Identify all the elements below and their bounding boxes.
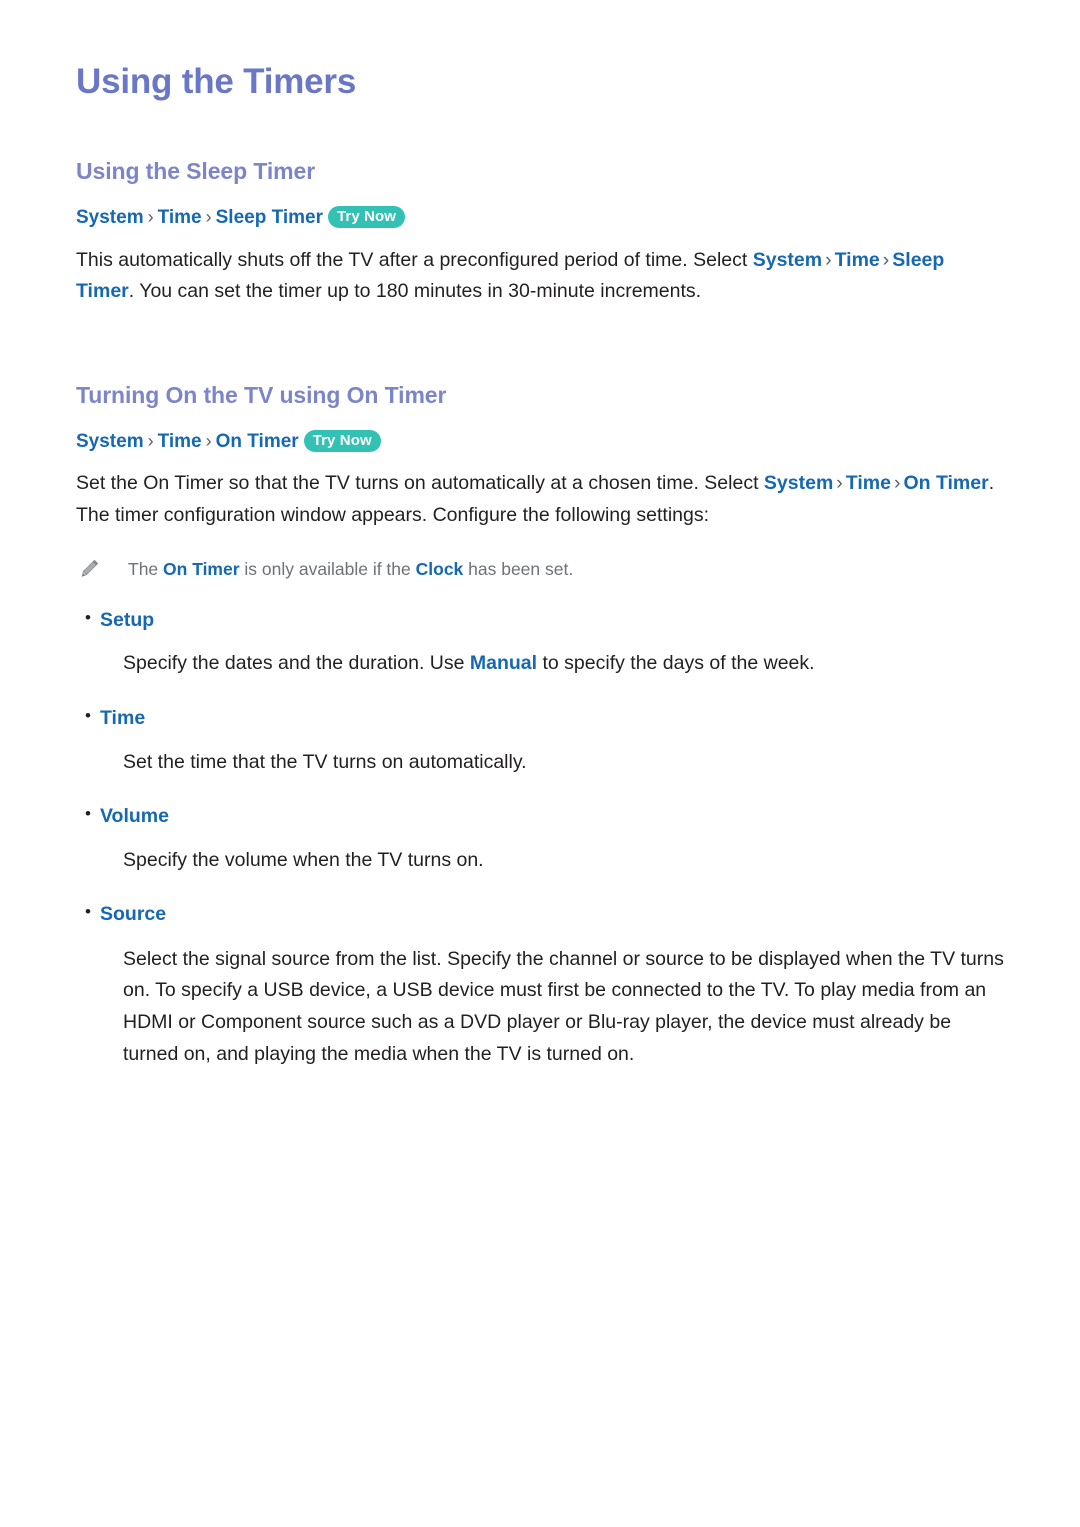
list-item: • Source <box>76 900 1006 928</box>
try-now-badge[interactable]: Try Now <box>328 205 406 229</box>
note-text-part: is only available if the <box>239 558 416 579</box>
paragraph-on-timer: Set the On Timer so that the TV turns on… <box>76 468 1006 532</box>
list-item-description-time: Set the time that the TV turns on automa… <box>123 747 1006 779</box>
chevron-right-icon: › <box>205 430 212 451</box>
chevron-right-icon: › <box>882 248 890 271</box>
document-page: Using the Timers Using the Sleep Timer S… <box>0 0 1080 1527</box>
description-text: to specify the days of the week. <box>537 652 815 675</box>
bullet-icon: • <box>85 902 91 922</box>
settings-list: • Setup Specify the dates and the durati… <box>76 606 1006 1071</box>
bullet-icon: • <box>85 804 91 824</box>
chevron-right-icon: › <box>147 430 154 451</box>
inline-link-manual[interactable]: Manual <box>470 652 537 674</box>
list-item-description-setup: Specify the dates and the duration. Use … <box>123 648 1006 680</box>
note-text: The On Timer is only available if the Cl… <box>128 556 573 582</box>
section-heading-sleep-timer: Using the Sleep Timer <box>76 158 316 185</box>
chevron-right-icon: › <box>825 248 832 271</box>
note-text-part: The <box>128 558 164 579</box>
breadcrumb-item-sleep-timer[interactable]: Sleep Timer <box>216 207 323 228</box>
list-item-label-time[interactable]: Time <box>100 704 145 732</box>
breadcrumb-sleep-timer: System › Time › Sleep Timer Try Now <box>76 205 1006 231</box>
chevron-right-icon: › <box>147 206 154 227</box>
list-item-label-volume[interactable]: Volume <box>100 802 169 830</box>
paragraph-text: Set the On Timer so that the TV turns on… <box>76 472 764 495</box>
chevron-right-icon: › <box>893 472 901 495</box>
inline-link-system[interactable]: System <box>753 249 822 271</box>
breadcrumb-on-timer: System › Time › On Timer Try Now <box>76 429 1006 455</box>
breadcrumb-item-on-timer[interactable]: On Timer <box>216 431 299 452</box>
inline-link-time[interactable]: Time <box>835 249 880 271</box>
breadcrumb-item-time[interactable]: Time <box>158 431 202 452</box>
page-title: Using the Timers <box>76 62 357 101</box>
inline-link-on-timer[interactable]: On Timer <box>163 559 240 579</box>
list-item: • Setup <box>76 606 1006 634</box>
list-item-label-source[interactable]: Source <box>100 900 166 928</box>
inline-link-clock[interactable]: Clock <box>416 559 464 579</box>
note-text-part: has been set. <box>463 558 574 579</box>
inline-link-system[interactable]: System <box>764 472 833 494</box>
description-text: Select the signal source from the list. … <box>123 947 1004 1065</box>
chevron-right-icon: › <box>205 206 212 227</box>
bullet-icon: • <box>85 608 91 628</box>
description-text: Specify the volume when the TV turns on. <box>123 848 484 871</box>
note-on-timer-clock: The On Timer is only available if the Cl… <box>78 556 1006 582</box>
paragraph-text: . You can set the timer up to 180 minute… <box>128 280 702 303</box>
list-item-description-volume: Specify the volume when the TV turns on. <box>123 845 1006 877</box>
pencil-icon <box>78 559 100 581</box>
inline-link-time[interactable]: Time <box>846 472 891 494</box>
paragraph-sleep-timer: This automatically shuts off the TV afte… <box>76 245 1006 309</box>
inline-link-on-timer[interactable]: On Timer <box>903 472 988 494</box>
try-now-badge[interactable]: Try Now <box>303 429 381 452</box>
breadcrumb-item-system[interactable]: System <box>76 431 144 452</box>
description-text: Specify the dates and the duration. Use <box>123 652 470 675</box>
chevron-right-icon: › <box>836 472 843 495</box>
paragraph-text: This automatically shuts off the TV afte… <box>76 248 753 271</box>
breadcrumb-item-time[interactable]: Time <box>158 207 202 228</box>
list-item: • Volume <box>76 802 1006 830</box>
document-content: Using the Timers Using the Sleep Timer S… <box>76 62 1006 1071</box>
section-heading-on-timer: Turning On the TV using On Timer <box>76 382 447 409</box>
description-text: Set the time that the TV turns on automa… <box>123 750 527 773</box>
breadcrumb-item-system[interactable]: System <box>76 207 144 228</box>
list-item: • Time <box>76 704 1006 732</box>
bullet-icon: • <box>85 706 91 726</box>
list-item-label-setup[interactable]: Setup <box>100 606 154 634</box>
list-item-description-source: Select the signal source from the list. … <box>123 944 1006 1071</box>
